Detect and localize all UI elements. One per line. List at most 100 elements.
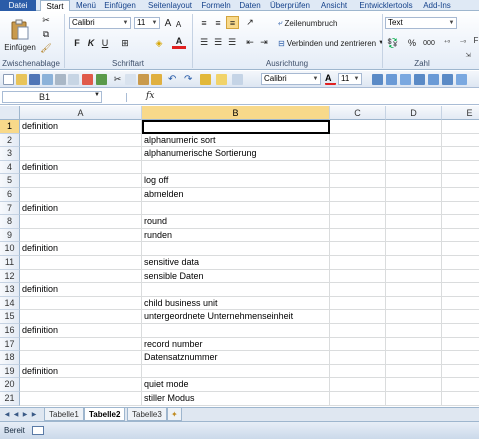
- cell-e13[interactable]: [442, 283, 479, 297]
- font-size-select[interactable]: 11 ▼: [134, 17, 160, 29]
- underline-button[interactable]: U: [100, 37, 110, 49]
- align-center-icon[interactable]: ☰: [212, 37, 224, 48]
- cell-b11[interactable]: sensitive data: [142, 256, 330, 270]
- font-color-icon[interactable]: A: [172, 36, 186, 49]
- row-header[interactable]: 16: [0, 324, 20, 338]
- cell-b16[interactable]: [142, 324, 330, 338]
- dialog-launcher-icon[interactable]: ⇲: [463, 51, 473, 59]
- row-header[interactable]: 8: [0, 215, 20, 229]
- row-header[interactable]: 12: [0, 269, 20, 284]
- row-header[interactable]: 15: [0, 310, 20, 324]
- name-box[interactable]: B1: [2, 91, 102, 103]
- copy-icon[interactable]: [125, 74, 136, 85]
- cell-d5[interactable]: [386, 174, 442, 188]
- cell-b14[interactable]: child business unit: [142, 296, 330, 311]
- cell-e18[interactable]: [442, 351, 479, 365]
- row-header[interactable]: 21: [0, 392, 20, 406]
- cell-b15[interactable]: untergeordnete Unternehmenseinheit: [142, 310, 330, 324]
- align-middle-icon[interactable]: ≡: [212, 17, 224, 28]
- cell-e6[interactable]: [442, 188, 479, 202]
- cell-d3[interactable]: [386, 147, 442, 161]
- increase-indent-icon[interactable]: ⇥: [258, 37, 270, 48]
- cell-a6[interactable]: [20, 188, 142, 202]
- cell-a12[interactable]: [20, 269, 142, 284]
- currency-icon[interactable]: 💱: [386, 37, 400, 49]
- toolbar-font-name-select[interactable]: Calibri ▼: [261, 73, 321, 85]
- cell-d10[interactable]: [386, 242, 442, 256]
- toolbar-font-size-select[interactable]: 11 ▼: [338, 73, 362, 85]
- print-icon[interactable]: [55, 74, 66, 85]
- tab-formeln[interactable]: Formeln: [200, 0, 232, 11]
- select-all-corner[interactable]: [0, 106, 20, 120]
- cell-c1[interactable]: [330, 120, 386, 134]
- first-sheet-icon[interactable]: ◀: [3, 410, 11, 420]
- cell-a15[interactable]: [20, 310, 142, 324]
- row-header[interactable]: 11: [0, 256, 20, 270]
- filter-icon[interactable]: [372, 74, 383, 85]
- sort-icon[interactable]: [386, 74, 397, 85]
- print-preview-icon[interactable]: [68, 74, 79, 85]
- row-header[interactable]: 10: [0, 242, 20, 256]
- cell-b6[interactable]: abmelden: [142, 188, 330, 202]
- cell-c20[interactable]: [330, 378, 386, 392]
- row-header[interactable]: 4: [0, 160, 20, 175]
- cell-c3[interactable]: [330, 147, 386, 161]
- cell-a7[interactable]: definition: [20, 201, 142, 216]
- shrink-font-icon[interactable]: A: [174, 19, 183, 29]
- cell-b1[interactable]: [142, 120, 330, 134]
- cut-icon[interactable]: ✂: [112, 74, 123, 85]
- insert-icon[interactable]: [414, 74, 425, 85]
- cell-d8[interactable]: [386, 215, 442, 229]
- cell-e1[interactable]: [442, 120, 479, 134]
- cell-e10[interactable]: [442, 242, 479, 256]
- delete-icon[interactable]: [428, 74, 439, 85]
- copy-icon[interactable]: ⧉: [40, 29, 52, 40]
- tab-ansicht[interactable]: Ansicht: [316, 0, 352, 11]
- cell-c14[interactable]: [330, 296, 386, 311]
- row-header[interactable]: 3: [0, 147, 20, 161]
- cell-d14[interactable]: [386, 296, 442, 311]
- cell-b13[interactable]: [142, 283, 330, 297]
- prev-sheet-icon[interactable]: ◀: [12, 410, 20, 420]
- next-sheet-icon[interactable]: ▶: [21, 410, 29, 420]
- cell-e12[interactable]: [442, 270, 479, 284]
- cell-b2[interactable]: alphanumeric sort: [142, 133, 330, 148]
- cell-b3[interactable]: alphanumerische Sortierung: [142, 147, 330, 161]
- cell-b17[interactable]: record number: [142, 337, 330, 352]
- font-name-select[interactable]: Calibri ▼: [69, 17, 131, 29]
- cell-e15[interactable]: [442, 310, 479, 324]
- decrease-indent-icon[interactable]: ⇤: [244, 37, 256, 48]
- percent-button[interactable]: %: [406, 37, 418, 49]
- wrap-text-button[interactable]: ⤶ Zeilenumbruch: [278, 17, 337, 29]
- align-right-icon[interactable]: ☰: [226, 37, 238, 48]
- cell-a16[interactable]: definition: [20, 324, 142, 338]
- tab-menu[interactable]: Menü: [74, 0, 98, 11]
- cell-e5[interactable]: [442, 174, 479, 188]
- cell-a21[interactable]: [20, 392, 142, 406]
- borders-icon[interactable]: ⊞: [118, 37, 132, 49]
- cell-d17[interactable]: [386, 337, 442, 352]
- cell-b19[interactable]: [142, 364, 330, 379]
- cell-c16[interactable]: [330, 324, 386, 338]
- thousands-button[interactable]: 000: [420, 37, 438, 49]
- font-color-icon[interactable]: [232, 74, 243, 85]
- tab-seitenlayout[interactable]: Seitenlayout: [144, 0, 196, 11]
- paste-button[interactable]: Einfügen: [4, 13, 36, 57]
- align-bottom-icon[interactable]: ≡: [226, 16, 239, 29]
- bold-button[interactable]: F: [72, 37, 82, 49]
- open-folder-icon[interactable]: [16, 74, 27, 85]
- cell-d1[interactable]: [386, 120, 442, 134]
- cell-a8[interactable]: [20, 215, 142, 229]
- cell-b7[interactable]: [142, 201, 330, 216]
- merge-center-button[interactable]: ⊟Verbinden und zentrieren▼: [278, 37, 384, 49]
- cell-a1[interactable]: definition: [20, 120, 142, 134]
- cell-c2[interactable]: [330, 133, 386, 148]
- row-header[interactable]: 6: [0, 188, 20, 202]
- cell-c12[interactable]: [330, 269, 386, 284]
- cell-a10[interactable]: definition: [20, 242, 142, 256]
- cut-icon[interactable]: ✂: [40, 15, 52, 26]
- format-icon[interactable]: [442, 74, 453, 85]
- cell-d6[interactable]: [386, 188, 442, 202]
- cell-b20[interactable]: quiet mode: [142, 378, 330, 392]
- cell-e20[interactable]: [442, 378, 479, 392]
